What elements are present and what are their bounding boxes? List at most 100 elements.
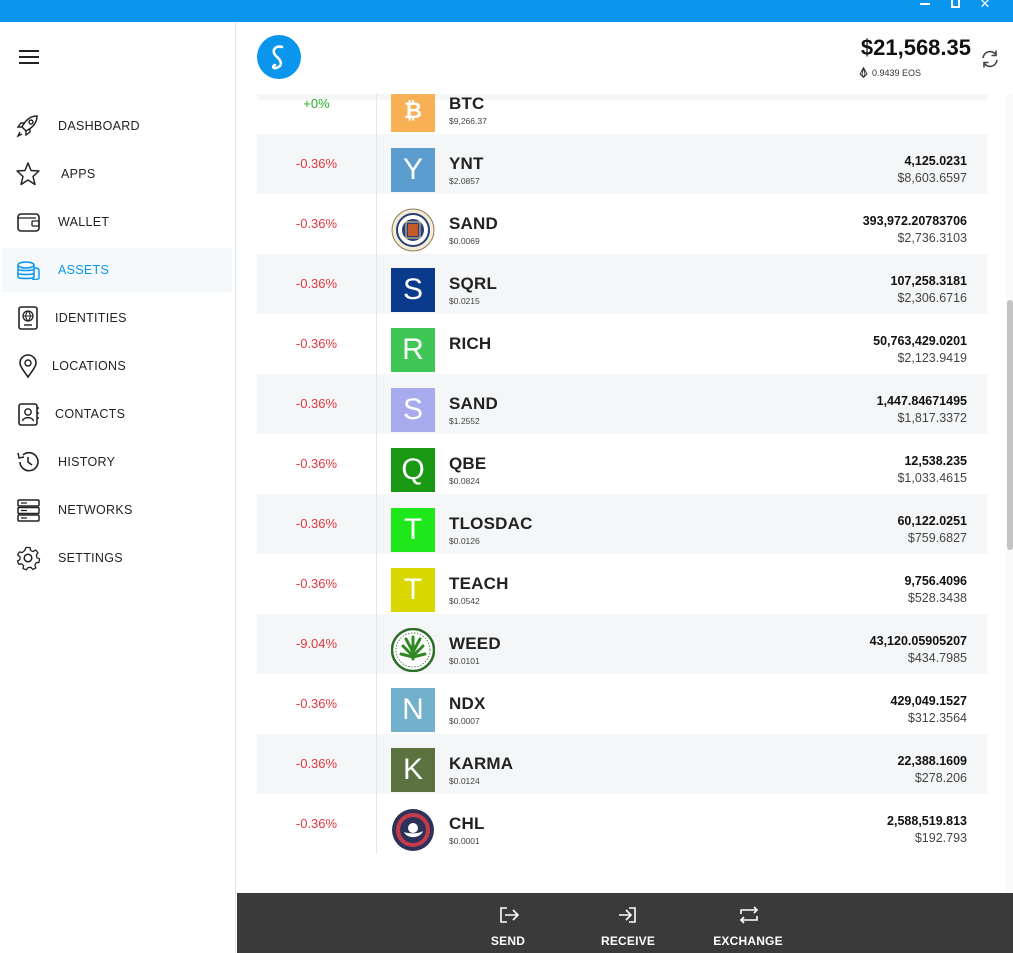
sidebar-item-networks[interactable]: NETWORKS	[2, 488, 232, 532]
sidebar-item-label: IDENTITIES	[55, 311, 127, 325]
send-button[interactable]: SEND	[458, 893, 558, 953]
receive-button[interactable]: RECEIVE	[578, 893, 678, 953]
token-price: $0.0001	[449, 836, 480, 846]
token-icon: ₿	[391, 94, 435, 132]
sidebar-item-settings[interactable]: SETTINGS	[2, 536, 232, 580]
passport-icon	[15, 305, 41, 331]
sidebar-item-assets[interactable]: ASSETS	[2, 248, 232, 292]
table-row[interactable]: -0.36% T TLOSDAC $0.0126 60,122.0251 $759.682…	[257, 494, 987, 554]
sidebar-item-wallet[interactable]: WALLET	[2, 200, 232, 244]
token-amount: 12,538.235	[904, 454, 967, 468]
column-divider	[376, 134, 377, 194]
sidebar-item-label: HISTORY	[58, 455, 116, 469]
token-price: $0.0069	[449, 236, 480, 246]
column-divider	[376, 674, 377, 734]
token-price: $0.0542	[449, 596, 480, 606]
sidebar-item-label: WALLET	[58, 215, 110, 229]
token-amount: 50,763,429.0201	[873, 334, 967, 348]
token-icon: K	[391, 748, 435, 792]
price-change: -0.36%	[295, 396, 338, 411]
sidebar-item-identities[interactable]: IDENTITIES	[2, 296, 232, 340]
minimize-icon[interactable]	[918, 0, 932, 10]
refresh-icon[interactable]	[979, 48, 1001, 70]
token-value: $528.3438	[907, 591, 967, 605]
sidebar-item-label: DASHBOARD	[58, 119, 140, 133]
token-icon: T	[391, 568, 435, 612]
token-value: $278.206	[914, 771, 967, 785]
sidebar-item-history[interactable]: HISTORY	[2, 440, 232, 484]
price-change: -0.36%	[295, 456, 338, 471]
sidebar-item-contacts[interactable]: CONTACTS	[2, 392, 232, 436]
token-amount: 43,120.05905207	[869, 634, 967, 648]
sidebar: DASHBOARD APPS WALLET ASSETS IDENTITIES LOCAT…	[0, 22, 236, 953]
token-amount: 393,972.20783706	[862, 214, 967, 228]
table-row[interactable]: -0.36% N NDX $0.0007 429,049.1527 $312.3564	[257, 674, 987, 734]
table-row[interactable]: -0.36% S SAND $1.2552 1,447.84671495 $1,817.3…	[257, 374, 987, 434]
receive-icon	[619, 907, 636, 923]
price-change: +0%	[303, 96, 330, 111]
token-amount: 1,447.84671495	[876, 394, 967, 408]
token-icon: S	[391, 388, 435, 432]
token-price: $9,266.37	[449, 116, 487, 126]
token-symbol: SAND	[449, 394, 498, 413]
action-bar: SEND RECEIVE EXCHANGE	[237, 893, 1013, 953]
column-divider	[376, 734, 377, 794]
coins-icon	[15, 257, 41, 283]
svg-text:₿: ₿	[404, 98, 422, 123]
token-amount: 107,258.3181	[890, 274, 967, 288]
table-row[interactable]: -0.36% R RICH 50,763,429.0201 $2,123.9419	[257, 314, 987, 374]
token-icon	[391, 208, 435, 252]
close-icon[interactable]: ✕	[978, 0, 992, 10]
table-row[interactable]: +0% ₿ BTC $9,266.37	[257, 94, 987, 134]
token-symbol: WEED	[449, 634, 501, 653]
token-amount: 2,588,519.813	[887, 814, 967, 828]
sidebar-item-dashboard[interactable]: DASHBOARD	[2, 104, 232, 148]
price-change: -0.36%	[295, 816, 338, 831]
token-icon: Y	[391, 148, 435, 192]
table-row[interactable]: -0.36% SAND $0.0069 393,972.20783706 $2,736.…	[257, 194, 987, 254]
sidebar-item-locations[interactable]: LOCATIONS	[2, 344, 232, 388]
sidebar-item-label: CONTACTS	[55, 407, 126, 421]
token-price: $0.0124	[449, 776, 480, 786]
sidebar-item-label: APPS	[61, 167, 96, 181]
price-change: -0.36%	[295, 576, 338, 591]
table-row[interactable]: -0.36% Q QBE $0.0824 12,538.235 $1,033.4615	[257, 434, 987, 494]
column-divider	[376, 614, 377, 674]
token-icon: T	[391, 508, 435, 552]
token-price: $0.0215	[449, 296, 480, 306]
token-symbol: QBE	[449, 454, 487, 473]
action-label: SEND	[490, 934, 526, 948]
table-row[interactable]: -0.36% S SQRL $0.0215 107,258.3181 $2,306.671…	[257, 254, 987, 314]
token-price: $0.0007	[449, 716, 480, 726]
token-value: $2,736.3103	[897, 231, 967, 245]
table-row[interactable]: -9.04% WEED $0.0101 43,120.05905207 $434.798…	[257, 614, 987, 674]
token-symbol: CHL	[449, 814, 485, 833]
column-divider	[376, 794, 377, 854]
eos-icon	[859, 67, 868, 78]
maximize-icon[interactable]	[948, 0, 962, 10]
token-icon: S	[391, 268, 435, 312]
token-symbol: BTC	[449, 94, 485, 113]
sidebar-item-label: NETWORKS	[58, 503, 133, 517]
exchange-button[interactable]: EXCHANGE	[698, 893, 798, 953]
wallet-icon	[15, 209, 41, 235]
action-label: EXCHANGE	[713, 934, 783, 948]
exchange-icon	[739, 906, 759, 924]
token-symbol: NDX	[449, 694, 486, 713]
scrollbar-thumb[interactable]	[1007, 300, 1013, 550]
table-row[interactable]: -0.36% CHL $0.0001 2,588,519.813 $192.793	[257, 794, 987, 854]
token-amount: 22,388.1609	[897, 754, 967, 768]
token-value: $192.793	[914, 831, 967, 845]
table-row[interactable]: -0.36% Y YNT $2.0857 4,125.0231 $8,603.6597	[257, 134, 987, 194]
table-row[interactable]: -0.36% T TEACH $0.0542 9,756.4096 $528.3438	[257, 554, 987, 614]
sidebar-item-apps[interactable]: APPS	[2, 152, 232, 196]
token-amount: 60,122.0251	[897, 514, 967, 528]
hamburger-menu-icon[interactable]	[19, 50, 39, 66]
token-icon: Q	[391, 448, 435, 492]
history-icon	[15, 449, 41, 475]
price-change: -0.36%	[295, 336, 338, 351]
table-row[interactable]: -0.36% K KARMA $0.0124 22,388.1609 $278.206	[257, 734, 987, 794]
token-value: $1,817.3372	[897, 411, 967, 425]
token-value: $8,603.6597	[897, 171, 967, 185]
token-price: $1.2552	[449, 416, 480, 426]
